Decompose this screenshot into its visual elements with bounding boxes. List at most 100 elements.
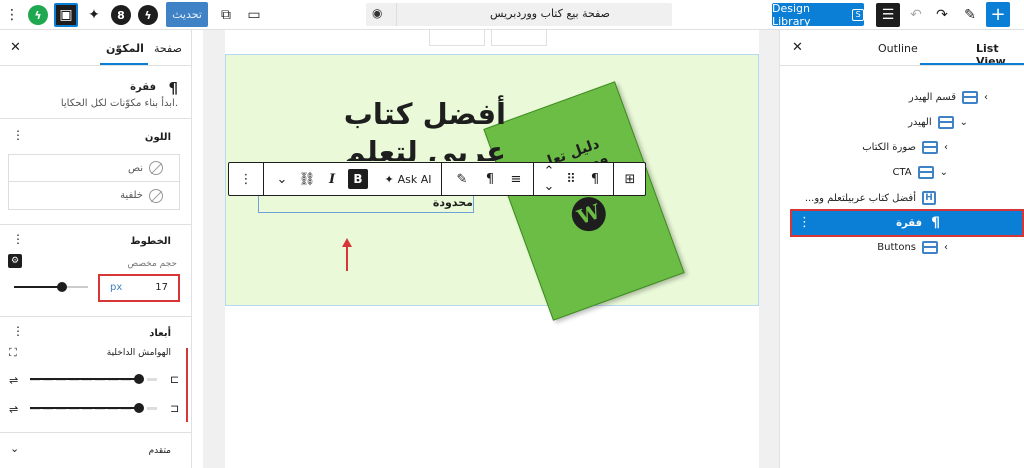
chevron-icon[interactable]: › [944, 142, 948, 153]
add-block-button[interactable]: + [986, 2, 1010, 27]
design-library-button[interactable]: Design Library S [772, 2, 864, 28]
lightning-button[interactable]: ϟ [136, 3, 160, 27]
list-item[interactable]: ⌄ CTA [892, 161, 948, 183]
kadence-icon: 8 [111, 5, 131, 25]
background-color-row[interactable]: خلفية [9, 182, 179, 209]
dimensions-options-icon[interactable]: ⋮ [12, 324, 24, 338]
heading-icon: H [922, 191, 936, 205]
link-icon[interactable]: ⛓ [295, 163, 319, 195]
book-cover-image[interactable]: دليل تعلم ووردبريس W [483, 81, 685, 321]
undo-icon[interactable]: ↶ [904, 3, 928, 27]
redo-icon[interactable]: ↷ [930, 3, 954, 27]
list-item[interactable]: H أفضل كتاب عربيلتعلم وو... [805, 187, 936, 209]
sparkle-icon[interactable]: ✦ [82, 3, 106, 27]
pilcrow-icon[interactable]: ¶ [477, 163, 503, 195]
move-up-icon[interactable]: ⌃ [539, 163, 559, 179]
padding-horizontal-slider-fill [30, 407, 139, 409]
chevron-down-icon[interactable]: ⌄ [10, 442, 19, 455]
settings-sidebar-toggle[interactable]: ▣ [54, 3, 78, 27]
document-title: صفحة بيع كتاب ووردبريس [490, 7, 610, 20]
list-item[interactable]: › Buttons [877, 236, 948, 258]
italic-button[interactable]: I [321, 163, 343, 195]
active-tab-indicator [920, 63, 1024, 65]
update-button[interactable]: تحديث [166, 2, 208, 27]
highlight-marker [186, 348, 188, 422]
chevron-down-icon[interactable]: ⌄ [271, 163, 293, 195]
green-bolt-button[interactable]: ϟ [26, 3, 50, 27]
list-item[interactable]: › قسم الهيدر [909, 86, 988, 108]
text-color-label: نص [127, 162, 143, 174]
block-options-icon[interactable]: ⋮ [233, 163, 259, 195]
inspector-tabs: ✕ المكوّن صفحة [0, 30, 191, 66]
font-size-unit[interactable]: px [110, 282, 122, 293]
pen-tool-icon[interactable]: ✎ [958, 3, 982, 27]
cta-section[interactable]: دليل تعلم ووردبريس W أفضل كتاب عربي لتعل… [225, 54, 759, 321]
kadence-button[interactable]: 8 [109, 3, 133, 27]
cta-heading[interactable]: أفضل كتاب عربي لتعلم [260, 95, 506, 161]
divider [0, 224, 191, 225]
adjust-icon[interactable]: ⇌ [9, 403, 18, 416]
typography-settings-icon[interactable]: ⚙ [8, 254, 22, 268]
padding-vertical-icon: ⊏ [170, 373, 180, 386]
tab-outline[interactable]: Outline [878, 42, 918, 55]
chevron-icon[interactable]: › [984, 92, 988, 103]
list-item-selected[interactable]: ⋮ ¶ فقرة [790, 209, 1024, 237]
typography-section-title: الخطوط [130, 236, 171, 247]
move-down-icon[interactable]: ⌄ [539, 178, 559, 194]
divider [0, 432, 191, 433]
list-view-icon[interactable]: ☰ [876, 3, 900, 27]
divider [533, 163, 534, 195]
divider [396, 3, 397, 26]
divider [613, 163, 614, 195]
chevron-icon[interactable]: ⌄ [940, 167, 948, 178]
device-preview-icon[interactable]: ▭ [242, 3, 266, 27]
eye-icon[interactable]: ◉ [372, 6, 382, 20]
close-icon[interactable]: ✕ [792, 40, 803, 55]
list-item-label: صورة الكتاب [862, 141, 916, 153]
advanced-section-title[interactable]: متقدم [149, 446, 171, 456]
color-section-title: اللون [144, 132, 171, 143]
paragraph-icon: ¶ [168, 79, 178, 97]
font-size-slider-thumb[interactable] [57, 282, 68, 292]
link-sides-icon[interactable]: ⛶ [9, 346, 17, 360]
options-icon[interactable]: ⋮ [0, 3, 24, 27]
header-block[interactable] [429, 30, 485, 46]
tab-page[interactable]: صفحة [154, 42, 182, 55]
list-item-label: قسم الهيدر [908, 91, 956, 103]
highlight-icon[interactable]: ✎ [449, 163, 475, 195]
options-icon[interactable]: ⋮ [798, 215, 811, 230]
color-options-icon[interactable]: ⋮ [12, 128, 24, 142]
chevron-icon[interactable]: › [944, 242, 948, 253]
document-title-bar[interactable]: ◉ صفحة بيع كتاب ووردبريس [366, 3, 672, 26]
close-icon[interactable]: ✕ [10, 40, 21, 55]
typography-options-icon[interactable]: ⋮ [12, 232, 24, 246]
ask-ai-button[interactable]: ✦ Ask AI [379, 163, 437, 195]
padding-horizontal-slider-thumb[interactable] [133, 403, 144, 413]
background-color-label: خلفية [120, 190, 143, 201]
no-color-swatch-icon [149, 188, 163, 203]
block-description: ابدأ بناء مكوّنات لكل الحكايا. [60, 98, 178, 109]
font-size-input[interactable]: px 17 [98, 274, 180, 302]
ask-ai-label: Ask AI [397, 172, 432, 186]
chevron-icon[interactable]: ⌄ [960, 117, 968, 128]
external-link-icon[interactable]: ⧉ [214, 3, 238, 27]
text-color-row[interactable]: نص [9, 155, 179, 182]
page: دليل تعلم ووردبريس W أفضل كتاب عربي لتعل… [225, 30, 759, 468]
adjust-icon[interactable]: ⇌ [9, 374, 18, 387]
list-item[interactable]: ⌄ الهيدر [908, 111, 968, 133]
editor-canvas: دليل تعلم ووردبريس W أفضل كتاب عربي لتعل… [203, 30, 779, 468]
font-size-value: 17 [155, 282, 168, 293]
bold-button[interactable]: B [345, 163, 371, 195]
block-type-icon[interactable]: ⊞ [615, 163, 645, 195]
header-block[interactable] [491, 30, 547, 46]
active-tab-indicator [100, 63, 148, 65]
drag-handle-icon[interactable]: ⠿ [561, 163, 581, 195]
tab-block[interactable]: المكوّن [106, 42, 144, 55]
align-icon[interactable]: ≡ [503, 163, 529, 195]
padding-vertical-slider-thumb[interactable] [133, 374, 144, 384]
paragraph-icon: ¶ [931, 215, 940, 231]
paragraph-icon[interactable]: ¶ [581, 163, 609, 195]
block-name: فقرة [130, 82, 156, 93]
wordpress-logo-icon: W [566, 192, 611, 236]
list-item[interactable]: › صورة الكتاب [862, 136, 948, 158]
